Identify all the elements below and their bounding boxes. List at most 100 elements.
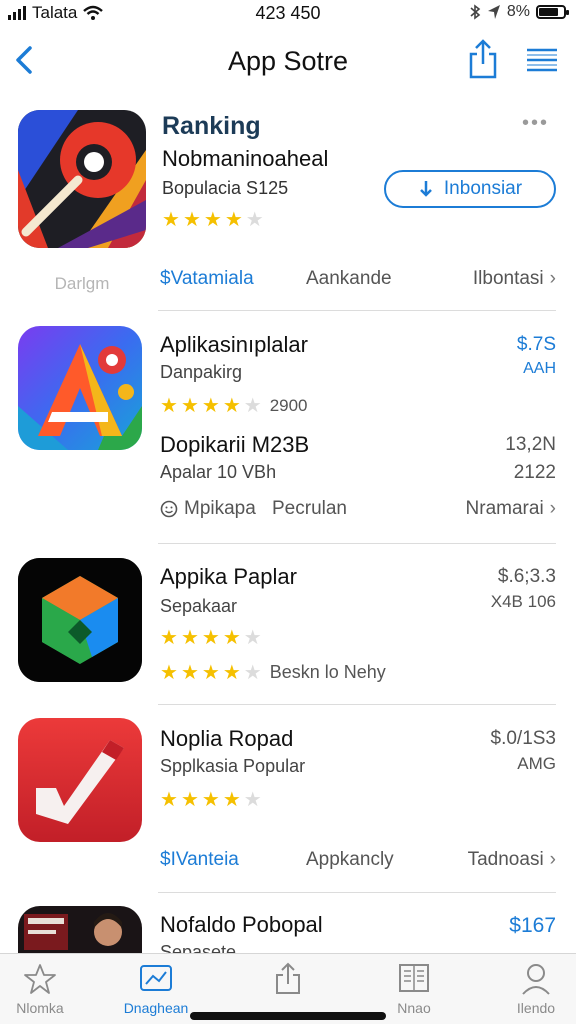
star-empty-icon: ★ (243, 661, 262, 684)
chevron-right-icon: › (549, 268, 556, 289)
rating-stars: ★ ★ ★ ★ ★ (160, 396, 262, 416)
app-subtitle-1: Danpakirg (160, 362, 243, 382)
app-price-1[interactable]: $.7S (517, 334, 556, 356)
divider (158, 310, 556, 311)
tab-library[interactable]: Nnao (364, 962, 464, 1016)
featured-link-right-label: Ilbontasi (472, 268, 544, 289)
app-link-mid-3[interactable]: Appkancly (306, 849, 394, 871)
divider (158, 892, 556, 893)
status-right: 8% (469, 3, 569, 21)
star-filled-icon: ★ (180, 661, 199, 684)
app-icon-2[interactable] (18, 558, 142, 682)
app-price-4[interactable]: $167 (509, 914, 556, 938)
tab-label: Ilendo (516, 1000, 556, 1016)
share-icon (276, 962, 300, 994)
star-filled-icon: ★ (160, 661, 178, 684)
star-empty-icon: ★ (243, 395, 262, 417)
star-filled-icon: ★ (162, 209, 180, 231)
bluetooth-icon (470, 4, 481, 20)
app-title-3: Noplia Ropad (160, 726, 294, 751)
divider (158, 704, 556, 705)
star-empty-icon: ★ (243, 627, 262, 649)
share-icon[interactable] (466, 38, 500, 80)
tab-charts[interactable]: Dnaghean (106, 962, 206, 1016)
menu-icon[interactable] (524, 44, 560, 76)
featured-rating: ★ ★ ★ ★ ★ (162, 210, 264, 230)
rating-stars: ★ ★ ★ ★ ★ (160, 663, 262, 683)
star-filled-icon: ★ (160, 789, 178, 811)
star-filled-icon: ★ (180, 789, 199, 811)
home-indicator (190, 1012, 386, 1020)
app-link-left-label-1: Mpikapa (184, 498, 256, 519)
app-icon-3[interactable] (18, 718, 142, 842)
nav-bar: App Sotre (0, 30, 576, 94)
star-empty-icon: ★ (245, 209, 264, 231)
tab-featured[interactable]: Nlomka (0, 962, 90, 1016)
app-icon-1[interactable] (18, 326, 142, 450)
more-options-icon[interactable]: ••• (522, 112, 549, 135)
featured-app-subtitle: Bopulacia S125 (162, 178, 289, 198)
star-filled-icon: ★ (160, 627, 178, 649)
star-filled-icon: ★ (182, 209, 201, 231)
app-link-right-label-1: Nramarai (465, 498, 544, 519)
featured-app-name: Nobmaninoaheal (162, 146, 329, 171)
app-price-sub-3: AMG (517, 754, 556, 773)
divider (158, 543, 556, 544)
app-link-right-label-3: Tadnoasi (467, 849, 544, 870)
star-filled-icon: ★ (201, 789, 220, 811)
featured-icon-caption: Darlgm (54, 274, 110, 293)
app-price-2[interactable]: $.6;3.3 (498, 566, 556, 588)
featured-link-price[interactable]: $Vatamiala (160, 268, 254, 290)
star-filled-icon: ★ (180, 395, 199, 417)
location-icon (487, 5, 500, 19)
rating-caption: Beskn lo Nehy (269, 662, 386, 682)
smiley-icon (160, 500, 178, 518)
section-heading: Ranking (162, 112, 261, 140)
app-link-right-1[interactable]: Nramarai › (466, 498, 556, 520)
star-filled-icon: ★ (222, 789, 241, 811)
tab-profile[interactable]: Ilendo (486, 962, 576, 1016)
app-price-1b: 13,2N (505, 434, 556, 455)
tab-bar: Nlomka Dnaghean Nnao Ilendo (0, 953, 576, 1024)
tab-label: Nlomka (16, 1000, 64, 1016)
app-link-left-1[interactable]: Mpikapa (160, 498, 256, 520)
app-rating-2b: ★ ★ ★ ★ ★ Beskn lo Nehy (160, 662, 386, 683)
tab-share[interactable] (238, 962, 338, 1000)
chevron-right-icon: › (549, 849, 556, 870)
app-price-sub-1b: 2122 (513, 462, 556, 483)
app-price-sub-2: X4B 106 (490, 592, 556, 611)
app-link-mid-1[interactable]: Pecrulan (272, 498, 347, 520)
install-label: Inbonsiar (443, 178, 523, 199)
app-link-right-3[interactable]: Tadnoasi › (468, 849, 556, 871)
app-price-3[interactable]: $.0/1S3 (491, 728, 557, 750)
star-filled-icon: ★ (222, 627, 241, 649)
star-filled-icon: ★ (222, 661, 241, 684)
book-icon (399, 964, 429, 992)
featured-link-right[interactable]: Ilbontasi › (473, 268, 556, 290)
install-button[interactable]: Inbonsiar (384, 170, 556, 208)
app-subtitle-3: Spplkasia Popular (160, 756, 306, 776)
chevron-right-icon: › (549, 498, 556, 519)
rating-count: 2900 (269, 396, 308, 415)
star-filled-icon: ★ (203, 209, 222, 231)
featured-app-icon[interactable] (18, 110, 146, 248)
star-empty-icon: ★ (243, 789, 262, 811)
app-rating-3: ★ ★ ★ ★ ★ (160, 790, 262, 810)
star-filled-icon: ★ (201, 627, 220, 649)
battery-percent: 8% (506, 3, 530, 20)
app-title-1: Aplikasinıplalar (160, 332, 308, 357)
star-icon (24, 964, 56, 994)
star-filled-icon: ★ (160, 395, 178, 417)
star-filled-icon: ★ (180, 627, 199, 649)
featured-link-middle[interactable]: Aankande (306, 268, 392, 290)
app-title-2: Appika Paplar (160, 564, 297, 589)
app-title-1b: Dopikarii M23B (160, 432, 310, 457)
battery-icon (536, 5, 569, 19)
app-link-left-3[interactable]: $IVanteia (160, 849, 239, 871)
person-icon (522, 964, 550, 995)
app-subtitle-1b: Apalar 10 VBh (160, 462, 277, 482)
app-rating-1: ★ ★ ★ ★ ★ 2900 (160, 396, 308, 416)
star-filled-icon: ★ (201, 395, 220, 417)
app-subtitle-2: Sepakaar (160, 596, 238, 616)
status-bar: Talata 423 450 8% (0, 0, 576, 28)
